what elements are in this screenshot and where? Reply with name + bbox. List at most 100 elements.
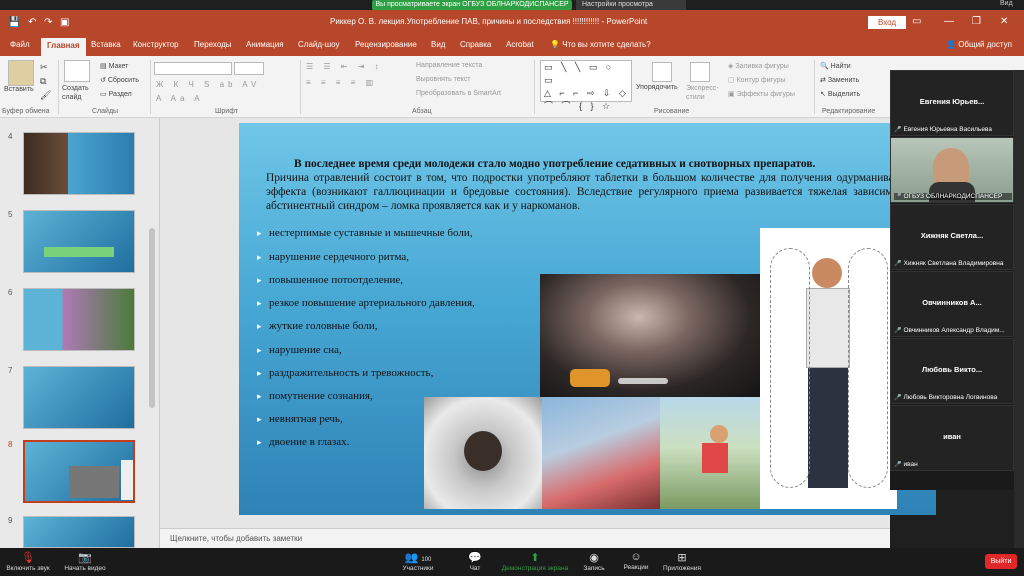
slide-number: 8	[8, 440, 13, 449]
list-buttons[interactable]: ☰ ☰ ⇤ ⇥ ↕	[306, 62, 383, 71]
participant-tile[interactable]: Любовь Викто... Любовь Викторовна Логвин…	[890, 338, 1014, 404]
font-style-buttons[interactable]: Ж К Ч S ab AV	[156, 80, 260, 89]
view-button[interactable]: Вид	[1000, 0, 1013, 7]
unmute-button[interactable]: 🎙 Включить звук	[6, 551, 50, 572]
divider	[534, 60, 535, 114]
quick-styles-icon[interactable]	[690, 62, 710, 82]
current-slide[interactable]: В последнее время среди молодежи стало м…	[239, 123, 936, 515]
shape-effects-button[interactable]: ▣ Эффекты фигуры	[728, 90, 795, 98]
find-button[interactable]: 🔍 Найти	[820, 62, 851, 70]
present-icon[interactable]: ▣	[60, 17, 69, 28]
section-button[interactable]: ▭ Раздел	[100, 90, 132, 98]
participant-tile[interactable]: иван иван	[890, 405, 1014, 471]
align-buttons[interactable]: ≡ ≡ ≡ ≡ ▥	[306, 78, 377, 87]
slide-thumbnail-6[interactable]	[23, 288, 135, 351]
document-title: Риккер О. В. лекция.Употребление ПАВ, пр…	[330, 17, 648, 26]
align-text-button[interactable]: Выровнять текст	[416, 76, 471, 83]
apps-icon: ⊞	[677, 552, 687, 564]
layout-button[interactable]: ▤ Макет	[100, 62, 128, 70]
slide-number: 5	[8, 210, 13, 219]
tab-insert[interactable]: Вставка	[91, 40, 121, 49]
select-button[interactable]: ↖ Выделить	[820, 90, 860, 98]
font-name-input[interactable]	[154, 62, 232, 75]
redo-icon[interactable]: ↷	[44, 17, 52, 28]
shirt-shape	[806, 288, 850, 368]
slide-thumbnail-5[interactable]	[23, 210, 135, 273]
participants-button[interactable]: 👥 100 Участники	[396, 551, 440, 572]
bullet-item: невнятная речь,	[257, 413, 343, 425]
participant-tile[interactable]: Евгения Юрьев... Евгения Юрьевна Василье…	[890, 70, 1014, 136]
arrange-icon[interactable]	[652, 62, 672, 82]
save-icon[interactable]: 💾	[8, 17, 20, 28]
tab-transitions[interactable]: Переходы	[194, 40, 232, 49]
tab-animations[interactable]: Анимация	[246, 40, 284, 49]
reactions-button[interactable]: ☺ Реакции	[618, 551, 654, 571]
apps-label: Приложения	[662, 565, 702, 572]
layout-label: Макет	[108, 63, 129, 70]
start-video-button[interactable]: 📷 Начать видео	[62, 551, 108, 572]
minimize-icon[interactable]: —	[944, 16, 954, 27]
chat-button[interactable]: 💬 Чат	[460, 551, 490, 572]
maximize-icon[interactable]: ❐	[972, 16, 981, 27]
share-banner: Вы просматриваете экран ОГБУЗ ОБЛНАРКОДИ…	[372, 0, 572, 10]
text-direction-button[interactable]: Направление текста	[416, 62, 482, 69]
tab-slideshow[interactable]: Слайд-шоу	[298, 40, 339, 49]
format-painter-icon[interactable]: 🖌	[40, 90, 51, 101]
tab-review[interactable]: Рецензирование	[355, 40, 417, 49]
view-options-button[interactable]: Настройки просмотра	[576, 0, 686, 10]
slide-thumbnail-8-selected[interactable]	[23, 440, 135, 503]
cut-icon[interactable]: ✂	[40, 62, 48, 73]
participant-fullname: Хижняк Светлана Владимировна	[894, 260, 1012, 267]
smartart-button[interactable]: Преобразовать в SmartArt	[416, 90, 501, 97]
login-button[interactable]: Вход	[868, 16, 907, 29]
participant-video-tile[interactable]: ОГБУЗ ОБЛНАРКОДИСПАНСЕР	[890, 137, 1014, 203]
reset-button[interactable]: ↺ Сбросить	[100, 76, 139, 84]
new-slide-icon[interactable]	[64, 60, 90, 82]
tab-acrobat[interactable]: Acrobat	[506, 40, 534, 49]
shape-outline-button[interactable]: ▢ Контур фигуры	[728, 76, 786, 84]
font-color-buttons[interactable]: A Aa A	[156, 94, 204, 103]
shape-effects-label: Эффекты фигуры	[736, 91, 795, 98]
quick-styles-button[interactable]: Экспресс-стили	[686, 84, 719, 102]
tell-me-search[interactable]: 💡 Что вы хотите сделать?	[550, 40, 651, 49]
participant-tile[interactable]: Хижняк Светла... Хижняк Светлана Владими…	[890, 204, 1014, 270]
new-slide-button[interactable]: Создать слайд	[62, 84, 96, 102]
replace-label: Заменить	[827, 77, 860, 84]
replace-button[interactable]: ⇄ Заменить	[820, 76, 859, 84]
leave-meeting-button[interactable]: Выйти	[985, 554, 1017, 569]
tab-view[interactable]: Вид	[431, 40, 445, 49]
slide-thumbnail-7[interactable]	[23, 366, 135, 429]
tab-home[interactable]: Главная	[41, 38, 86, 56]
share-screen-button[interactable]: ⬆ Демонстрация экрана	[500, 551, 570, 572]
paste-button[interactable]: Вставить	[4, 86, 34, 93]
ppt-title-bar: 💾 ↶ ↷ ▣ Риккер О. В. лекция.Употребление…	[0, 10, 1024, 36]
apps-button[interactable]: ⊞ Приложения	[658, 551, 706, 572]
share-button[interactable]: 👤 Общий доступ	[946, 40, 1012, 49]
woman-with-pills-photo	[540, 274, 760, 397]
thumbnails-scrollbar[interactable]	[149, 228, 155, 408]
copy-icon[interactable]: ⧉	[40, 76, 46, 87]
slide-heading: В последнее время среди молодежи стало м…	[294, 158, 816, 170]
participant-tile[interactable]: Овчинников А... Овчинников Александр Вла…	[890, 271, 1014, 337]
tab-design[interactable]: Конструктор	[133, 40, 179, 49]
tab-help[interactable]: Справка	[460, 40, 491, 49]
ribbon-display-icon[interactable]: ▭	[912, 16, 921, 27]
slide-thumbnail-9[interactable]	[23, 516, 135, 548]
shape-fill-button[interactable]: ◈ Заливка фигуры	[728, 62, 789, 70]
slide-thumbnail-4[interactable]	[23, 132, 135, 195]
close-icon[interactable]: ✕	[1000, 16, 1008, 27]
undo-icon[interactable]: ↶	[28, 17, 36, 28]
participant-fullname: Овчинников Александр Владим...	[894, 327, 1012, 334]
participants-scrollbar[interactable]	[1014, 70, 1024, 548]
motion-outline-shape	[848, 248, 888, 488]
shapes-gallery[interactable]: ▭ ╲ ╲ ▭ ○ ▭ △ ⌐ ⌐ ⇨ ⇩ ◇ ⌒ ⌒ { } ☆	[540, 60, 632, 111]
paste-icon[interactable]	[8, 60, 34, 86]
clipboard-group: Буфер обмена	[2, 108, 50, 115]
record-icon: ◉	[589, 552, 599, 564]
trousers-shape	[808, 368, 848, 488]
font-size-input[interactable]	[234, 62, 264, 75]
arrange-button[interactable]: Упорядочить	[636, 84, 678, 91]
notes-pane[interactable]: Щелкните, чтобы добавить заметки	[160, 528, 890, 548]
tab-file[interactable]: Файл	[10, 40, 30, 49]
record-button[interactable]: ◉ Запись	[578, 551, 610, 572]
